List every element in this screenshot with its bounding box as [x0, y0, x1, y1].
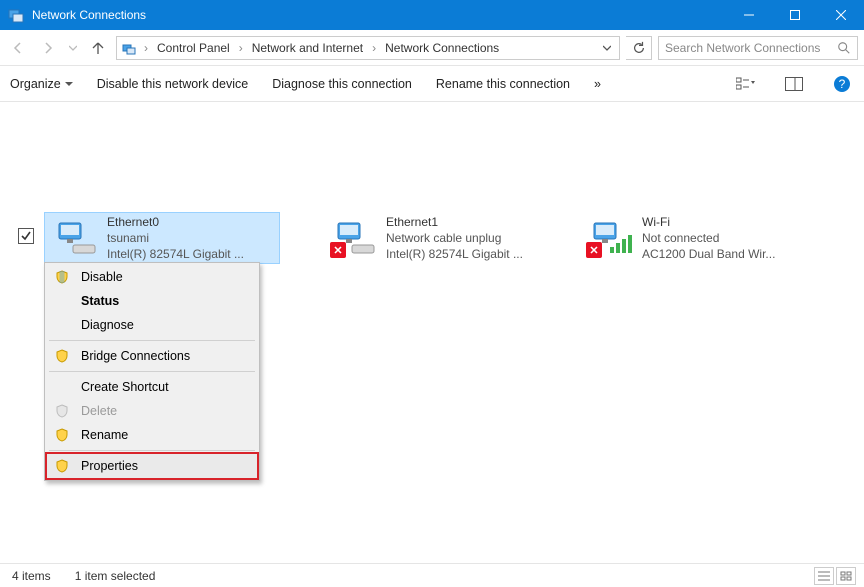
address-history-chevron[interactable] — [599, 44, 615, 52]
address-bar[interactable]: › Control Panel › Network and Internet ›… — [116, 36, 620, 60]
menu-properties[interactable]: Properties — [47, 454, 257, 478]
menu-label: Disable — [81, 270, 247, 284]
adapter-status: tsunami — [107, 230, 244, 246]
menu-bridge-connections[interactable]: Bridge Connections — [47, 344, 257, 368]
menu-status[interactable]: Status — [47, 289, 257, 313]
menu-label: Rename — [81, 428, 247, 442]
command-bar: Organize Disable this network device Dia… — [0, 66, 864, 102]
content-area[interactable]: Ethernet0 tsunami Intel(R) 82574L Gigabi… — [0, 102, 864, 563]
menu-label: Bridge Connections — [81, 349, 247, 363]
network-adapter-icon — [51, 218, 99, 258]
up-button[interactable] — [86, 36, 110, 60]
window-title: Network Connections — [32, 8, 146, 22]
adapter-ethernet0[interactable]: Ethernet0 tsunami Intel(R) 82574L Gigabi… — [44, 212, 280, 264]
organize-menu[interactable]: Organize — [10, 77, 73, 91]
disable-device-button[interactable]: Disable this network device — [97, 77, 248, 91]
rename-label: Rename this connection — [436, 77, 570, 91]
preview-pane-button[interactable] — [782, 72, 806, 96]
view-options-button[interactable] — [734, 72, 758, 96]
diagnose-button[interactable]: Diagnose this connection — [272, 77, 412, 91]
menu-disable[interactable]: Disable — [47, 265, 257, 289]
diagnose-label: Diagnose this connection — [272, 77, 412, 91]
status-selection: 1 item selected — [75, 569, 156, 583]
disable-device-label: Disable this network device — [97, 77, 248, 91]
adapter-device: AC1200 Dual Band Wir... — [642, 246, 775, 262]
error-icon: ✕ — [586, 242, 602, 258]
chevron-right-icon[interactable]: › — [141, 41, 151, 55]
shield-icon — [53, 426, 71, 444]
toolbar-overflow[interactable]: » — [594, 77, 601, 91]
forward-button[interactable] — [36, 36, 60, 60]
error-icon: ✕ — [330, 242, 346, 258]
organize-label: Organize — [10, 77, 61, 91]
adapter-name: Ethernet1 — [386, 214, 523, 230]
menu-diagnose[interactable]: Diagnose — [47, 313, 257, 337]
adapter-ethernet1[interactable]: ✕ Ethernet1 Network cable unplug Intel(R… — [324, 212, 560, 264]
maximize-button[interactable] — [772, 0, 818, 30]
location-icon — [121, 40, 137, 56]
minimize-button[interactable] — [726, 0, 772, 30]
app-icon — [8, 7, 24, 23]
nav-row: › Control Panel › Network and Internet ›… — [0, 30, 864, 66]
svg-text:?: ? — [839, 77, 846, 91]
status-item-count: 4 items — [12, 569, 51, 583]
breadcrumb-network-connections[interactable]: Network Connections — [381, 39, 503, 57]
help-button[interactable]: ? — [830, 72, 854, 96]
toolbar-overflow-label: » — [594, 77, 601, 91]
adapter-wifi[interactable]: ✕ Wi-Fi Not connected AC1200 Dual Band W… — [580, 212, 816, 264]
adapter-name: Ethernet0 — [107, 214, 244, 230]
item-checkbox[interactable] — [18, 228, 34, 244]
shield-icon — [53, 347, 71, 365]
menu-separator — [49, 450, 255, 451]
chevron-right-icon[interactable]: › — [236, 41, 246, 55]
menu-label: Diagnose — [81, 318, 247, 332]
breadcrumb-control-panel[interactable]: Control Panel — [153, 39, 234, 57]
chevron-right-icon[interactable]: › — [369, 41, 379, 55]
close-button[interactable] — [818, 0, 864, 30]
shield-icon — [53, 402, 71, 420]
shield-icon — [53, 268, 71, 286]
status-bar: 4 items 1 item selected — [0, 563, 864, 587]
breadcrumb-network-internet[interactable]: Network and Internet — [248, 39, 367, 57]
menu-rename[interactable]: Rename — [47, 423, 257, 447]
menu-separator — [49, 371, 255, 372]
menu-label: Status — [81, 294, 247, 308]
rename-button[interactable]: Rename this connection — [436, 77, 570, 91]
menu-label: Properties — [81, 459, 247, 473]
search-input[interactable]: Search Network Connections — [658, 36, 858, 60]
menu-label: Delete — [81, 404, 247, 418]
shield-icon — [53, 457, 71, 475]
titlebar: Network Connections — [0, 0, 864, 30]
search-icon — [837, 41, 851, 55]
view-details-button[interactable] — [814, 567, 834, 585]
menu-label: Create Shortcut — [81, 380, 247, 394]
search-placeholder: Search Network Connections — [665, 41, 820, 55]
view-large-icons-button[interactable] — [836, 567, 856, 585]
adapter-name: Wi-Fi — [642, 214, 775, 230]
adapter-status: Network cable unplug — [386, 230, 523, 246]
context-menu: Disable Status Diagnose Bridge Connectio… — [44, 262, 260, 481]
wifi-adapter-icon: ✕ — [586, 218, 634, 258]
adapter-device: Intel(R) 82574L Gigabit ... — [386, 246, 523, 262]
adapter-device: Intel(R) 82574L Gigabit ... — [107, 246, 244, 262]
menu-delete: Delete — [47, 399, 257, 423]
back-button[interactable] — [6, 36, 30, 60]
refresh-button[interactable] — [626, 36, 652, 60]
recent-locations-chevron[interactable] — [66, 36, 80, 60]
network-adapter-icon: ✕ — [330, 218, 378, 258]
menu-create-shortcut[interactable]: Create Shortcut — [47, 375, 257, 399]
adapter-status: Not connected — [642, 230, 775, 246]
menu-separator — [49, 340, 255, 341]
chevron-down-icon — [65, 80, 73, 88]
